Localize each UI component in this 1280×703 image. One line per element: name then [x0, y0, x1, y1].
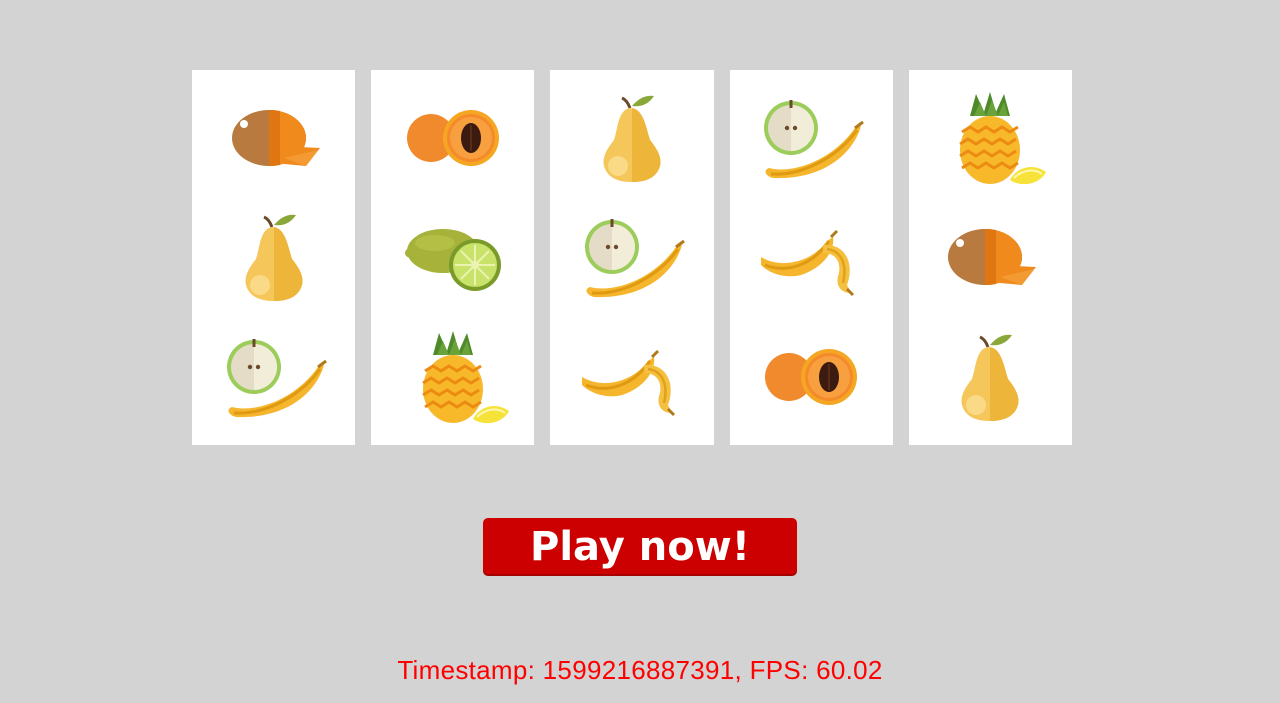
lime-icon	[393, 207, 513, 307]
coconut-icon	[214, 88, 334, 188]
apricot-icon	[393, 88, 513, 188]
reel-1	[192, 70, 356, 445]
pear-icon	[214, 207, 334, 307]
status-readout: Timestamp: 1599216887391, FPS: 60.02	[397, 655, 883, 685]
banana-icon	[751, 207, 871, 307]
reel-2	[371, 70, 535, 445]
reel-5	[908, 70, 1073, 445]
pear-icon	[572, 88, 692, 188]
apple-banana-icon	[214, 327, 334, 427]
pineapple-icon	[930, 88, 1050, 188]
slot-reels	[192, 70, 1073, 445]
apple-banana-icon	[572, 207, 692, 307]
apricot-icon	[751, 327, 871, 427]
apple-banana-icon	[751, 88, 871, 188]
play-now-button[interactable]: Play now!	[483, 518, 797, 576]
reel-3	[550, 70, 714, 445]
pear-icon	[930, 327, 1050, 427]
banana-icon	[572, 327, 692, 427]
reel-4	[729, 70, 893, 445]
game-stage: Play now! Timestamp: 1599216887391, FPS:…	[0, 0, 1280, 703]
pineapple-icon	[393, 327, 513, 427]
coconut-icon	[930, 207, 1050, 307]
